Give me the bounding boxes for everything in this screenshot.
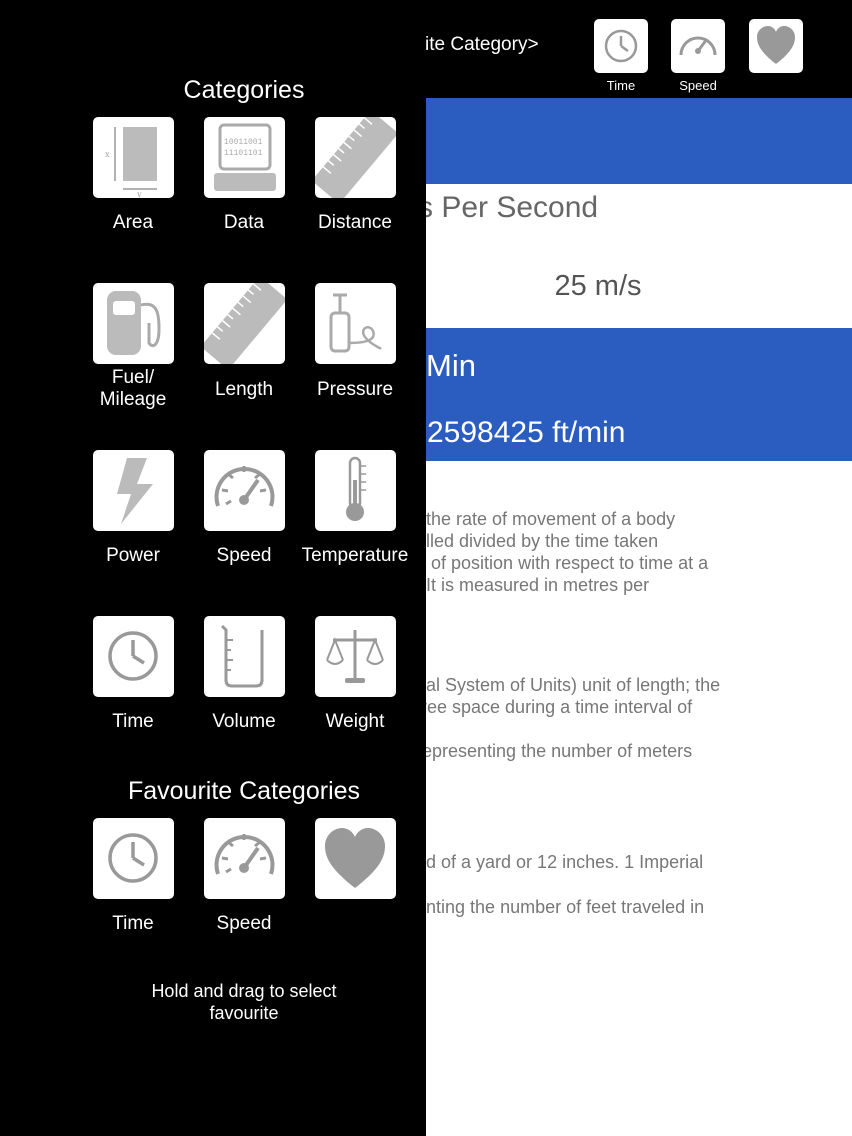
description-line: free space during a time interval of [426, 697, 693, 717]
to-unit-name[interactable]: Min [426, 348, 476, 384]
category-speed-button[interactable] [204, 450, 285, 531]
category-temperature-button[interactable] [315, 450, 396, 531]
category-distance-button[interactable] [315, 117, 396, 198]
category-label: Pressure [316, 379, 394, 400]
category-length-button[interactable] [204, 283, 285, 364]
category-title[interactable]: ite Category> [425, 34, 539, 56]
category-data-button[interactable]: 10011001 11101101 [204, 117, 285, 198]
heart-icon [325, 828, 385, 888]
area-icon-y: y [137, 189, 142, 198]
to-value: 2598425 ft/min [427, 416, 626, 449]
heart-icon [757, 26, 795, 64]
favourite-categories-heading: Favourite Categories [127, 777, 361, 805]
fuel-pump-icon [107, 291, 161, 355]
description-line: f the rate of movement of a body [426, 509, 676, 529]
favourite-time-button[interactable] [93, 818, 174, 899]
area-icon-x: x [105, 149, 110, 159]
description-line: e of position with respect to time at a [426, 553, 709, 573]
data-icon-line-2: 11101101 [224, 149, 263, 158]
categories-heading: Categories [183, 76, 305, 104]
category-power-button[interactable] [93, 450, 174, 531]
description-line: . It is measured in metres per [426, 575, 650, 595]
category-weight-button[interactable] [315, 616, 396, 697]
category-label: Distance [318, 212, 392, 233]
top-favourite-speed-button[interactable] [671, 19, 725, 73]
from-unit-bar[interactable] [426, 98, 852, 184]
category-time-button[interactable] [93, 616, 174, 697]
ruler-icon [204, 283, 285, 364]
ruler-icon [315, 117, 396, 198]
speedometer-icon [214, 466, 275, 507]
description-line: ird of a yard or 12 inches. 1 Imperial [426, 852, 704, 872]
from-value[interactable]: 25 m/s [426, 270, 770, 303]
category-fuel-button[interactable] [93, 283, 174, 364]
pressure-pump-icon [329, 293, 382, 353]
favourite-empty-button[interactable] [315, 818, 396, 899]
beaker-icon [220, 624, 264, 688]
favourite-label: Speed [216, 913, 272, 934]
category-label: Temperature [301, 545, 409, 566]
data-icon: 10011001 11101101 [214, 123, 276, 191]
description-line: elled divided by the time taken [426, 531, 659, 551]
top-favourite-empty-button[interactable] [749, 19, 803, 73]
speedometer-icon [679, 36, 717, 56]
from-unit-name[interactable]: s Per Second [426, 191, 598, 225]
category-pressure-button[interactable] [315, 283, 396, 364]
category-label: Weight [325, 711, 385, 732]
favourite-speed-button[interactable] [204, 818, 285, 899]
drag-hint: Hold and drag to select favourite [151, 981, 337, 1023]
clock-icon [108, 631, 158, 681]
clock-icon [604, 29, 638, 63]
description-line: representing the number of meters [426, 741, 693, 761]
speedometer-icon [214, 834, 275, 875]
lightning-icon [117, 458, 153, 524]
thermometer-icon [346, 456, 366, 521]
category-drawer: Categories x y 10011001 11101101 Area Da… [0, 0, 426, 1136]
category-label-text: Fuel/ Mileage [99, 367, 167, 410]
data-icon-line-1: 10011001 [224, 138, 263, 147]
description-line: nal System of Units) unit of length; the [426, 675, 721, 695]
area-icon: x y [105, 127, 157, 198]
converter-panel: s Per Second 25 m/s Min 2598425 ft/min f… [426, 98, 852, 1136]
category-volume-button[interactable] [204, 616, 285, 697]
top-favourite-label: Time [606, 78, 636, 93]
top-favourite-label: Speed [679, 78, 717, 93]
clock-icon [108, 833, 158, 883]
top-favourite-time-button[interactable] [594, 19, 648, 73]
category-area-button[interactable]: x y [93, 117, 174, 198]
scales-icon [326, 630, 384, 683]
description-line: enting the number of feet traveled in [426, 897, 705, 917]
